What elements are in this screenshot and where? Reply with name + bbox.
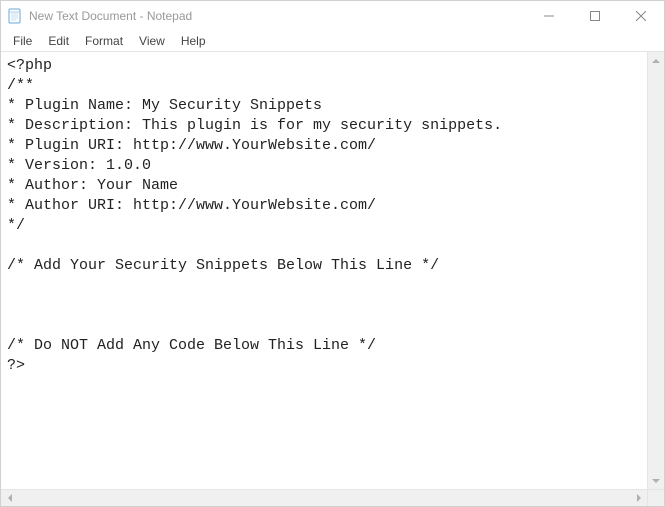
vertical-scrollbar[interactable] <box>647 52 664 489</box>
minimize-button[interactable] <box>526 1 572 31</box>
scroll-down-button[interactable] <box>648 472 664 489</box>
chevron-left-icon <box>8 494 12 502</box>
scroll-right-button[interactable] <box>630 490 647 506</box>
editor-line <box>7 236 641 256</box>
editor-line: */ <box>7 216 641 236</box>
editor-line: /* Add Your Security Snippets Below This… <box>7 256 641 276</box>
editor-line: <?php <box>7 56 641 76</box>
minimize-icon <box>544 11 554 21</box>
titlebar[interactable]: New Text Document - Notepad <box>1 1 664 31</box>
chevron-up-icon <box>652 59 660 63</box>
hscroll-track[interactable] <box>18 490 630 506</box>
scroll-left-button[interactable] <box>1 490 18 506</box>
editor-line: * Version: 1.0.0 <box>7 156 641 176</box>
horizontal-scrollbar[interactable] <box>1 489 664 506</box>
chevron-down-icon <box>652 479 660 483</box>
editor-line <box>7 316 641 336</box>
editor-line <box>7 296 641 316</box>
editor-line: * Author: Your Name <box>7 176 641 196</box>
editor-line: * Description: This plugin is for my sec… <box>7 116 641 136</box>
maximize-button[interactable] <box>572 1 618 31</box>
editor-line: ?> <box>7 356 641 376</box>
text-editor[interactable]: <?php/*** Plugin Name: My Security Snipp… <box>1 52 647 489</box>
window-controls <box>526 1 664 31</box>
editor-line: * Plugin URI: http://www.YourWebsite.com… <box>7 136 641 156</box>
editor-line <box>7 276 641 296</box>
notepad-icon <box>7 8 23 24</box>
menu-edit[interactable]: Edit <box>40 32 77 50</box>
window-title: New Text Document - Notepad <box>29 9 192 23</box>
scrollbar-corner <box>647 490 664 506</box>
menu-help[interactable]: Help <box>173 32 214 50</box>
chevron-right-icon <box>637 494 641 502</box>
content-area: <?php/*** Plugin Name: My Security Snipp… <box>1 51 664 489</box>
editor-line: /* Do NOT Add Any Code Below This Line *… <box>7 336 641 356</box>
menu-file[interactable]: File <box>5 32 40 50</box>
editor-line: * Author URI: http://www.YourWebsite.com… <box>7 196 641 216</box>
menu-view[interactable]: View <box>131 32 173 50</box>
notepad-window: New Text Document - Notepad File <box>0 0 665 507</box>
close-icon <box>636 11 646 21</box>
scroll-up-button[interactable] <box>648 52 664 69</box>
close-button[interactable] <box>618 1 664 31</box>
editor-line: /** <box>7 76 641 96</box>
maximize-icon <box>590 11 600 21</box>
editor-line: * Plugin Name: My Security Snippets <box>7 96 641 116</box>
menubar: File Edit Format View Help <box>1 31 664 51</box>
menu-format[interactable]: Format <box>77 32 131 50</box>
